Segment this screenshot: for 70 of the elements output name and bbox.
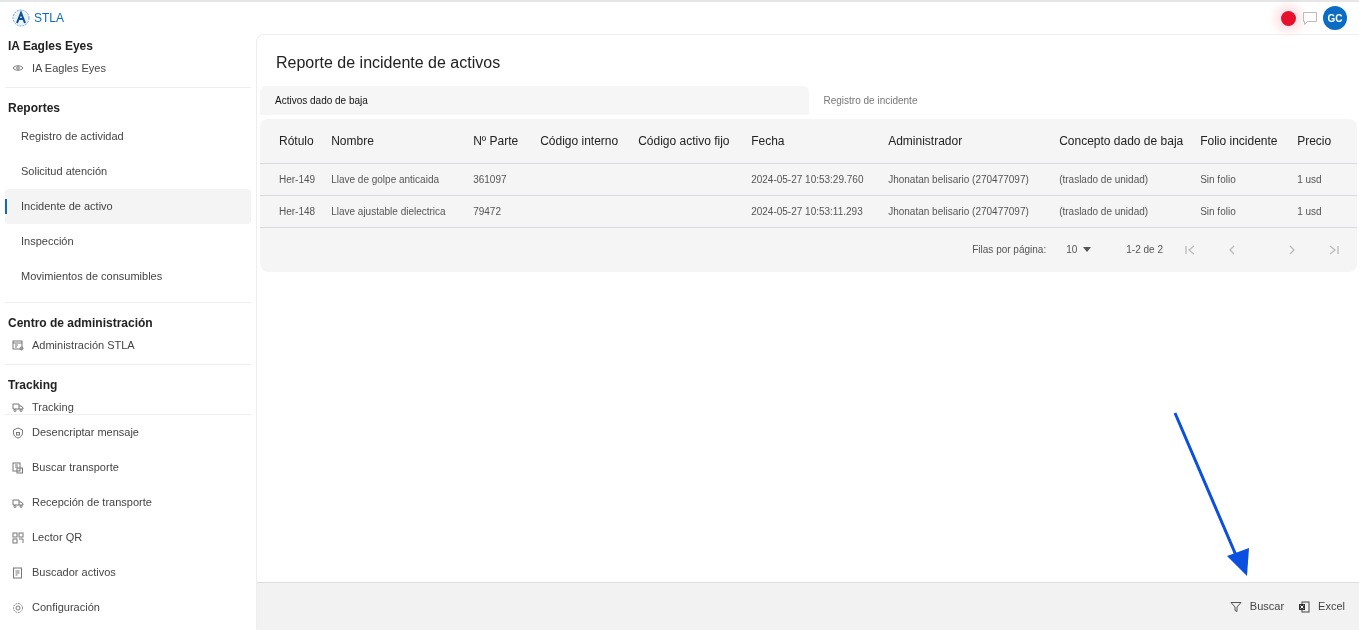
- rows-per-page-label: Filas por página:: [972, 243, 1047, 258]
- last-page-icon: [1328, 243, 1340, 256]
- table-cell: Her-148: [260, 195, 324, 228]
- sidebar-item[interactable]: Tracking: [5, 396, 251, 414]
- table-cell: (traslado de unidad): [1051, 195, 1193, 228]
- table-cell: 2024-05-27 10:53:29.760: [743, 163, 881, 196]
- column-header: Folio incidente: [1192, 119, 1290, 164]
- table-cell: 1 usd: [1289, 163, 1357, 196]
- table-cell: Llave ajustable dielectrica: [323, 195, 466, 228]
- table-cell: Sin folio: [1192, 195, 1290, 228]
- sidebar-item[interactable]: Inspección: [5, 224, 251, 259]
- column-header: Precio: [1289, 119, 1357, 164]
- table-cell: Jhonatan belisario (270477097): [880, 163, 1052, 196]
- column-header: Fecha: [743, 119, 881, 164]
- table-cell: 79472: [465, 195, 533, 228]
- column-header: Administrador: [880, 119, 1052, 164]
- section-heading: IA Eagles Eyes: [7, 38, 94, 55]
- sidebar-item[interactable]: IA Eagles Eyes: [5, 57, 251, 79]
- section-heading: Tracking: [7, 377, 59, 394]
- table-cell: 1 usd: [1289, 195, 1357, 228]
- section-heading: Centro de administración: [7, 315, 154, 332]
- window-gear-icon: [12, 339, 24, 351]
- column-header: Código interno: [532, 119, 631, 164]
- document-search-icon: [12, 461, 24, 474]
- brand-name: STLA: [34, 10, 64, 27]
- sidebar-item[interactable]: Registro de actividad: [5, 119, 251, 154]
- eye-icon: [12, 62, 24, 74]
- sidebar-item[interactable]: Movimientos de consumibles: [5, 259, 251, 294]
- table-cell: Her-149: [260, 163, 324, 196]
- tab[interactable]: Activos dado de baja: [260, 86, 809, 116]
- table-cell: 361097: [465, 163, 533, 196]
- column-header: Rótulo: [260, 119, 324, 164]
- table-cell: Llave de golpe anticaida: [323, 163, 466, 196]
- truck-icon: [12, 401, 24, 413]
- caret-icon: [1083, 247, 1092, 253]
- column-header: Código activo fijo: [630, 119, 744, 164]
- logo-icon: [12, 9, 30, 27]
- search-button[interactable]: Buscar: [1229, 598, 1285, 615]
- column-header: Nº Parte: [465, 119, 533, 164]
- table-cell: Jhonatan belisario (270477097): [880, 195, 1052, 228]
- page-range: 1-2 de 2: [1126, 243, 1163, 258]
- shield-icon: [12, 426, 24, 439]
- column-header: Concepto dado de baja: [1051, 119, 1193, 164]
- table-cell: 2024-05-27 10:53:11.293: [743, 195, 881, 228]
- sidebar-item[interactable]: Lector QR: [5, 520, 251, 555]
- export-button[interactable]: Excel: [1298, 598, 1345, 615]
- recording-dot-icon: [1281, 10, 1296, 26]
- filter-icon: [1229, 600, 1242, 613]
- qr-code-icon: [12, 531, 24, 544]
- sidebar-item[interactable]: Administración STLA: [5, 334, 251, 356]
- sidebar-item[interactable]: Desencriptar mensaje: [5, 415, 251, 450]
- table-cell: Sin folio: [1192, 163, 1290, 196]
- sidebar-item[interactable]: Recepción de transporte: [5, 485, 251, 520]
- section-heading: Reportes: [7, 100, 61, 117]
- list-icon: [12, 566, 24, 579]
- spreadsheet-icon: [1298, 600, 1311, 613]
- page-title: Reporte de incidente de activos: [276, 53, 502, 73]
- truck-icon: [12, 496, 24, 509]
- sidebar-item[interactable]: Buscador activos: [5, 555, 251, 590]
- sidebar-item[interactable]: Buscar transporte: [5, 450, 251, 485]
- sidebar-item[interactable]: Configuración: [5, 590, 251, 625]
- sidebar-item[interactable]: Solicitud atención: [5, 154, 251, 189]
- column-header: Nombre: [323, 119, 466, 164]
- chat-icon[interactable]: [1301, 10, 1318, 26]
- rows-per-page-select[interactable]: 10: [1066, 242, 1092, 258]
- settings-icon: [12, 601, 24, 614]
- sidebar-item[interactable]: Incidente de activo: [5, 189, 251, 224]
- table-cell: (traslado de unidad): [1051, 163, 1193, 196]
- first-page-icon: [1184, 243, 1196, 256]
- user-avatar[interactable]: GC: [1323, 6, 1347, 30]
